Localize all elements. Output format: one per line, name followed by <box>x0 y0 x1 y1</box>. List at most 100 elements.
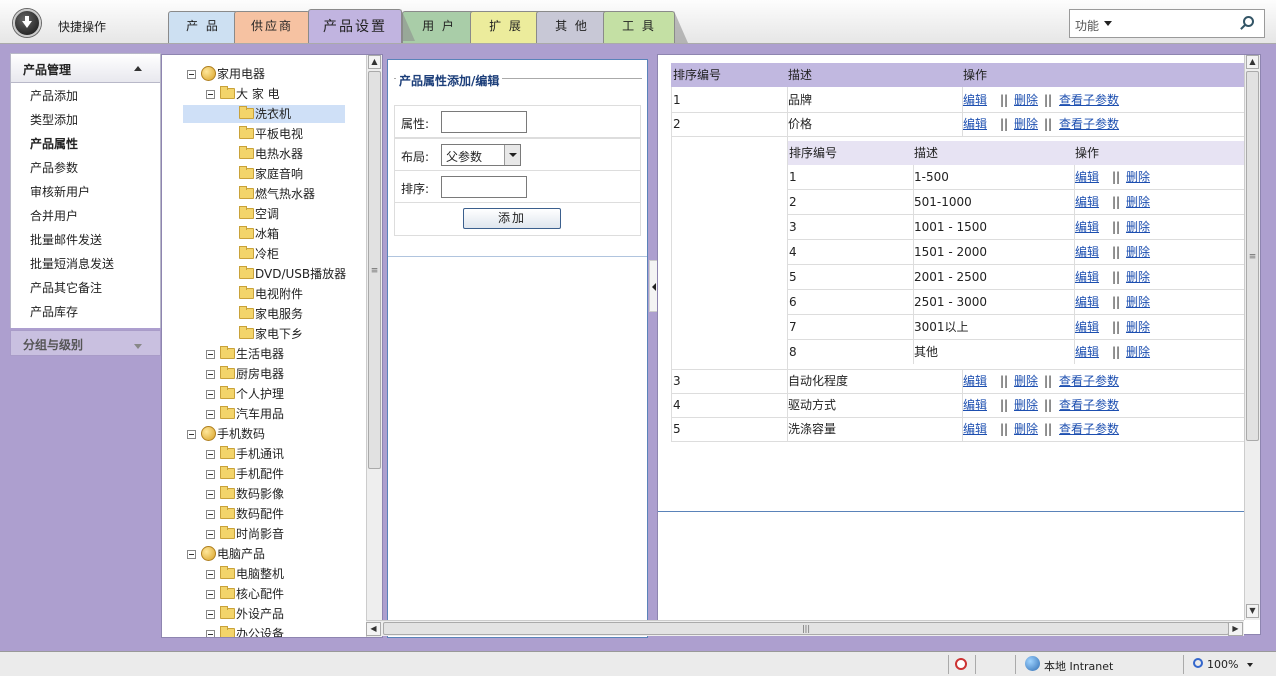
sidebar-section-product-management[interactable]: 产品管理 <box>10 53 161 83</box>
tree-node[interactable]: 大 家 电 <box>206 85 346 103</box>
tree-node[interactable]: 手机通讯 <box>206 445 346 463</box>
security-warning-icon[interactable] <box>955 658 967 670</box>
tree-node[interactable]: 家电下乡 <box>225 325 345 343</box>
layout-select[interactable]: 父参数 <box>441 144 521 166</box>
tree-node[interactable]: 办公设备 <box>206 625 346 637</box>
sidebar-item-add-type[interactable]: 类型添加 <box>11 108 160 132</box>
scroll-down-arrow-icon[interactable]: ▼ <box>1246 604 1259 618</box>
delete-link[interactable]: 删除 <box>1126 290 1150 314</box>
tree-node[interactable]: DVD/USB播放器 <box>225 265 365 283</box>
expand-toggle-icon[interactable] <box>206 90 215 99</box>
edit-link[interactable]: 编辑 <box>1075 340 1099 364</box>
expand-toggle-icon[interactable] <box>206 570 215 579</box>
quick-actions-label[interactable]: 快捷操作 <box>58 18 106 35</box>
edit-link[interactable]: 编辑 <box>1075 215 1099 239</box>
tab-product-settings[interactable]: 产品设置 <box>308 9 415 43</box>
tab-product[interactable]: 产 品 <box>168 11 251 43</box>
expand-toggle-icon[interactable] <box>206 490 215 499</box>
scroll-thumb[interactable]: ≡ <box>1246 71 1259 441</box>
tree-node[interactable]: 电热水器 <box>225 145 345 163</box>
tree-node[interactable]: 汽车用品 <box>206 405 346 423</box>
delete-link[interactable]: 删除 <box>1014 393 1038 417</box>
sidebar-item-product-params[interactable]: 产品参数 <box>11 156 160 180</box>
delete-link[interactable]: 删除 <box>1126 315 1150 339</box>
sidebar-item-product-attributes[interactable]: 产品属性 <box>11 132 160 156</box>
edit-link[interactable]: 编辑 <box>1075 290 1099 314</box>
tree-node[interactable]: 家电服务 <box>225 305 345 323</box>
delete-link[interactable]: 删除 <box>1126 190 1150 214</box>
sidebar-item-review-users[interactable]: 审核新用户 <box>11 180 160 204</box>
edit-link[interactable]: 编辑 <box>963 369 987 393</box>
tree-node-selected[interactable]: 洗衣机 <box>183 105 345 123</box>
tree-node[interactable]: 厨房电器 <box>206 365 346 383</box>
tree-node[interactable]: 电脑整机 <box>206 565 346 583</box>
tree-node[interactable]: 空调 <box>225 205 345 223</box>
dropdown-arrow-icon[interactable] <box>1104 21 1112 26</box>
expand-toggle-icon[interactable] <box>206 610 215 619</box>
edit-link[interactable]: 编辑 <box>963 88 987 112</box>
expand-toggle-icon[interactable] <box>187 70 196 79</box>
edit-link[interactable]: 编辑 <box>1075 315 1099 339</box>
add-button[interactable]: 添加 <box>463 208 561 229</box>
tree-node[interactable]: 家用电器 <box>187 65 347 83</box>
order-input[interactable] <box>441 176 527 198</box>
tree-node[interactable]: 冷柜 <box>225 245 345 263</box>
tree-scrollbar[interactable]: ▲ ≡ <box>366 55 382 637</box>
edit-link[interactable]: 编辑 <box>1075 165 1099 189</box>
tree-node[interactable]: 手机数码 <box>187 425 347 443</box>
delete-link[interactable]: 删除 <box>1014 369 1038 393</box>
expand-toggle-icon[interactable] <box>206 470 215 479</box>
collapse-icon[interactable] <box>134 66 142 71</box>
delete-link[interactable]: 删除 <box>1126 265 1150 289</box>
expand-toggle-icon[interactable] <box>187 550 196 559</box>
expand-icon[interactable] <box>134 344 142 349</box>
expand-toggle-icon[interactable] <box>206 450 215 459</box>
scroll-up-arrow-icon[interactable]: ▲ <box>368 55 381 69</box>
delete-link[interactable]: 删除 <box>1014 88 1038 112</box>
sidebar-item-bulk-email[interactable]: 批量邮件发送 <box>11 228 160 252</box>
view-subparams-link[interactable]: 查看子参数 <box>1059 393 1119 417</box>
expand-toggle-icon[interactable] <box>206 370 215 379</box>
edit-link[interactable]: 编辑 <box>1075 190 1099 214</box>
sidebar-section-groups-levels[interactable]: 分组与级别 <box>10 330 161 356</box>
expand-toggle-icon[interactable] <box>206 530 215 539</box>
expand-toggle-icon[interactable] <box>206 350 215 359</box>
sidebar-item-bulk-sms[interactable]: 批量短消息发送 <box>11 252 160 276</box>
edit-link[interactable]: 编辑 <box>963 393 987 417</box>
scroll-right-arrow-icon[interactable]: ▶ <box>1228 622 1243 636</box>
edit-link[interactable]: 编辑 <box>963 112 987 136</box>
function-search-box[interactable]: 功能 <box>1069 9 1265 38</box>
tree-node[interactable]: 生活电器 <box>206 345 346 363</box>
tree-node[interactable]: 核心配件 <box>206 585 346 603</box>
scroll-left-arrow-icon[interactable]: ◀ <box>366 622 381 636</box>
tree-node[interactable]: 冰箱 <box>225 225 345 243</box>
quick-actions-icon[interactable] <box>13 9 41 37</box>
tree-node[interactable]: 平板电视 <box>225 125 345 143</box>
tree-node[interactable]: 燃气热水器 <box>225 185 345 203</box>
tab-other[interactable]: 其 他 <box>536 11 621 43</box>
chevron-down-icon[interactable] <box>504 145 520 165</box>
expand-toggle-icon[interactable] <box>187 430 196 439</box>
sidebar-item-inventory[interactable]: 产品库存 <box>11 300 160 324</box>
view-subparams-link[interactable]: 查看子参数 <box>1059 112 1119 136</box>
tree-node[interactable]: 电视附件 <box>225 285 345 303</box>
delete-link[interactable]: 删除 <box>1126 215 1150 239</box>
tab-tools[interactable]: 工 具 <box>603 11 688 43</box>
expand-toggle-icon[interactable] <box>206 590 215 599</box>
expand-toggle-icon[interactable] <box>206 390 215 399</box>
sidebar-item-product-notes[interactable]: 产品其它备注 <box>11 276 160 300</box>
view-subparams-link[interactable]: 查看子参数 <box>1059 417 1119 441</box>
expand-toggle-icon[interactable] <box>206 510 215 519</box>
search-icon[interactable] <box>1243 16 1254 27</box>
function-dropdown-label[interactable]: 功能 <box>1075 17 1099 34</box>
delete-link[interactable]: 删除 <box>1126 340 1150 364</box>
scroll-thumb[interactable]: ||| <box>383 622 1229 635</box>
view-subparams-link[interactable]: 查看子参数 <box>1059 88 1119 112</box>
expand-toggle-icon[interactable] <box>206 630 215 637</box>
tree-node[interactable]: 个人护理 <box>206 385 346 403</box>
attribute-input[interactable] <box>441 111 527 133</box>
tree-node[interactable]: 家庭音响 <box>225 165 345 183</box>
tab-extend[interactable]: 扩 展 <box>470 11 555 43</box>
sidebar-item-add-product[interactable]: 产品添加 <box>11 84 160 108</box>
tree-node[interactable]: 数码配件 <box>206 505 346 523</box>
